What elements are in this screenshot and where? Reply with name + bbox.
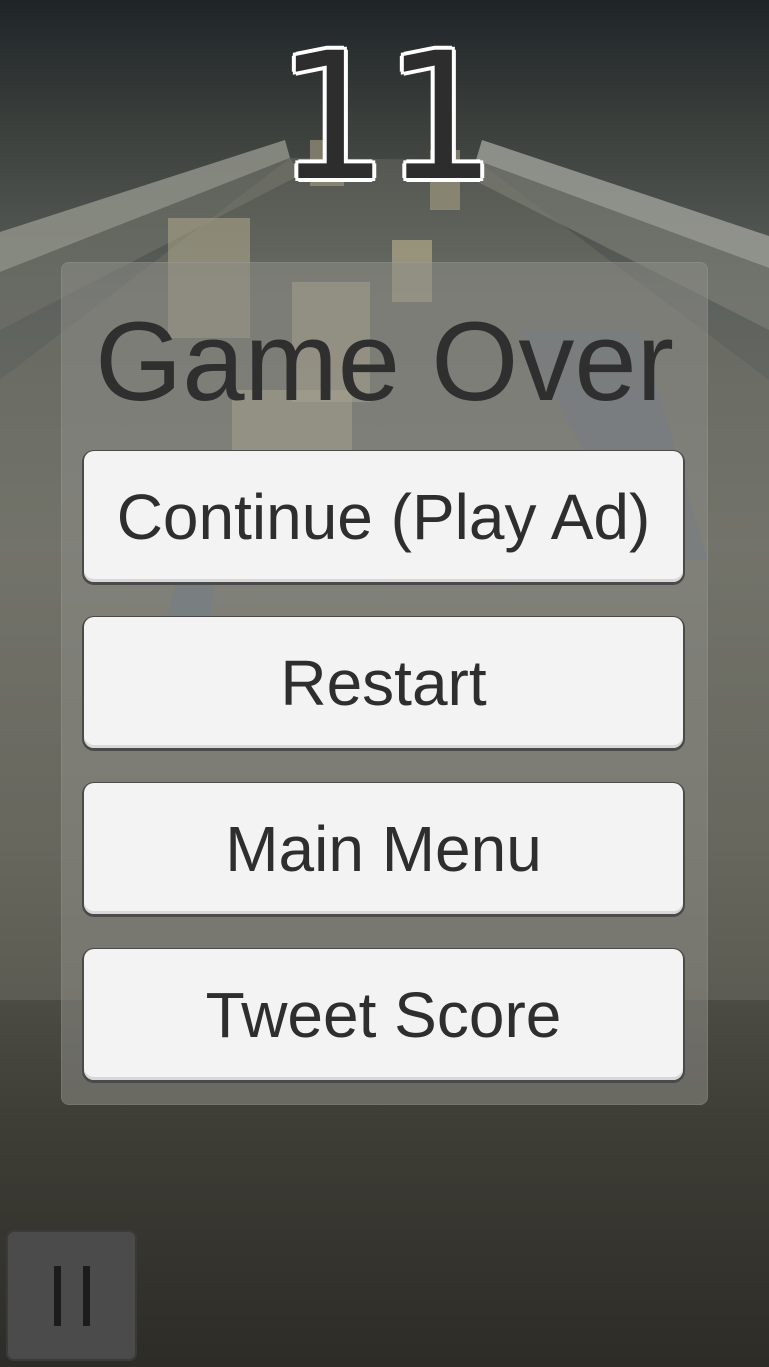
tweet-score-button[interactable]: Tweet Score [84,949,683,1080]
restart-label: Restart [280,646,487,719]
game-over-panel: Game Over Continue (Play Ad) Restart Mai… [61,262,708,1105]
continue-play-ad-button[interactable]: Continue (Play Ad) [84,451,683,582]
restart-button[interactable]: Restart [84,617,683,748]
tweet-score-label: Tweet Score [205,978,562,1051]
pause-icon [53,1265,90,1326]
score-counter: 11 [276,15,497,220]
continue-play-ad-label: Continue (Play Ad) [116,480,651,553]
main-menu-label: Main Menu [225,812,542,885]
pause-button[interactable] [6,1230,137,1361]
game-over-title: Game Over [95,299,674,424]
main-menu-button[interactable]: Main Menu [84,783,683,914]
